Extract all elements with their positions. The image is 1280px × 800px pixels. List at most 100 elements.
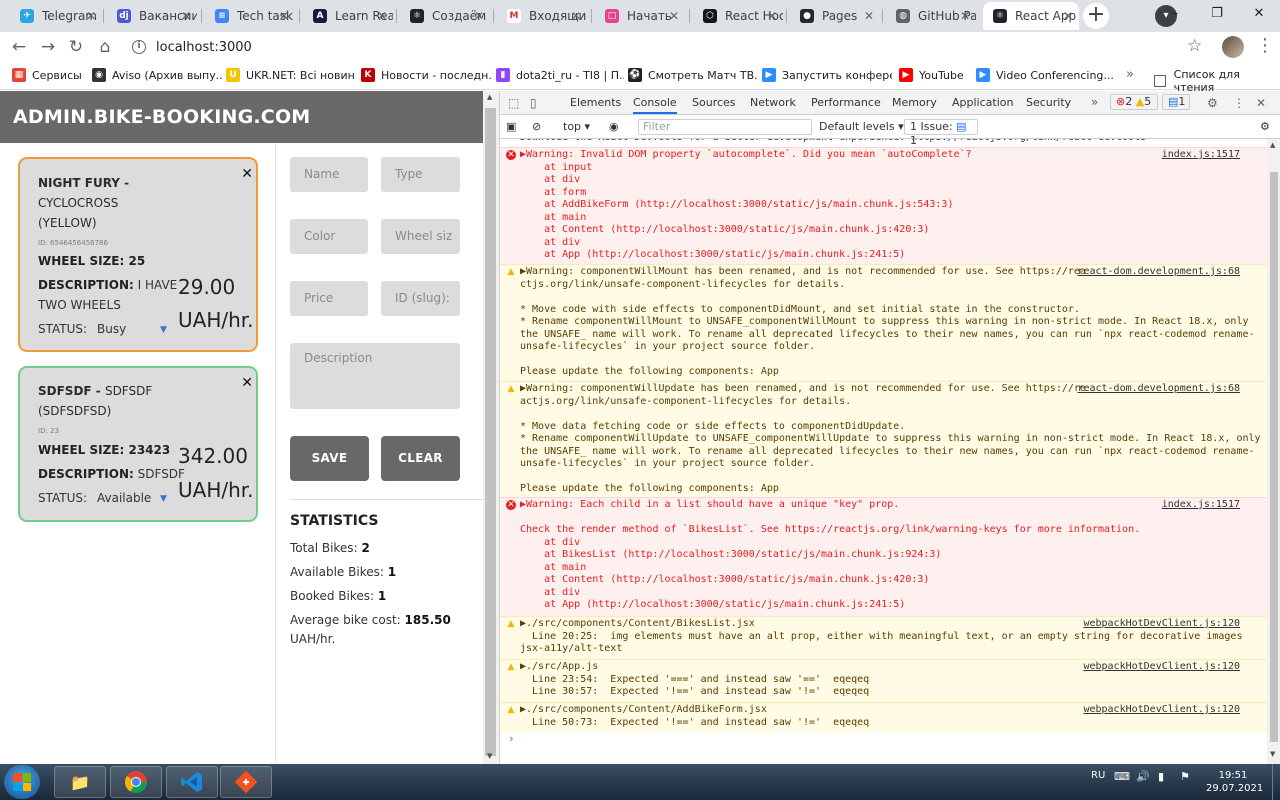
language-indicator[interactable]: RU: [1091, 770, 1105, 781]
devtools-tab-application[interactable]: Application: [952, 96, 1013, 109]
bookmark-star-icon[interactable]: ☆: [1187, 36, 1202, 56]
vscode-icon[interactable]: [166, 766, 218, 798]
flag-icon[interactable]: ⚑: [1180, 770, 1190, 783]
browser-tab[interactable]: MВходящие✕: [497, 2, 587, 30]
bookmark-item[interactable]: ▶ YouTube: [899, 68, 969, 82]
close-tab-icon[interactable]: ✕: [86, 9, 96, 23]
color-input[interactable]: Color: [290, 219, 368, 254]
sidebar-toggle-icon[interactable]: ▣: [506, 120, 516, 133]
info-counter[interactable]: ▤1: [1162, 94, 1190, 110]
devtools-tab-memory[interactable]: Memory: [892, 96, 937, 109]
id-slug-input[interactable]: ID (slug):: [381, 281, 460, 316]
console-message[interactable]: ▲ ▶./src/components/Content/AddBikeForm.j…: [500, 702, 1267, 732]
console-source-link[interactable]: webpackHotDevClient.js:120: [1083, 704, 1240, 717]
devtools-tab-elements[interactable]: Elements: [570, 96, 621, 109]
system-clock[interactable]: 19:51 29.07.2021: [1206, 769, 1263, 795]
close-tab-icon[interactable]: ✕: [1063, 9, 1073, 23]
close-tab-icon[interactable]: ✕: [669, 9, 679, 23]
devtools-tab-console[interactable]: Console: [633, 96, 677, 114]
browser-tab[interactable]: ⚛ React App ✕: [983, 2, 1079, 30]
delete-bike-icon[interactable]: ✕: [241, 166, 253, 182]
minimize-button[interactable]: –: [1154, 0, 1196, 30]
console-scrollbar[interactable]: ▲ ▼: [1267, 139, 1280, 764]
page-scrollbar[interactable]: ▲ ▼: [483, 91, 499, 764]
bookmark-item[interactable]: ⚽ Смотреть Матч ТВ...: [628, 68, 758, 82]
console-source-link[interactable]: webpackHotDevClient.js:120: [1083, 618, 1240, 631]
scrollbar-thumb[interactable]: [485, 108, 496, 756]
browser-tab[interactable]: ALearn React✕: [303, 2, 393, 30]
console-message[interactable]: ✕ ▶Warning: Each child in a list should h…: [500, 497, 1267, 616]
bookmark-item[interactable]: ▦ Сервисы: [12, 68, 90, 82]
bookmark-item[interactable]: ▶ Запустить конфере...: [762, 68, 892, 82]
bookmark-item[interactable]: ◉ Aviso (Архив выпу...: [92, 68, 222, 82]
scroll-up-icon[interactable]: ▲: [487, 93, 492, 101]
price-input[interactable]: Price: [290, 281, 368, 316]
devtools-menu-icon[interactable]: ⋮: [1233, 96, 1245, 110]
keyboard-icon[interactable]: ⌨: [1114, 770, 1130, 783]
file-explorer-icon[interactable]: 📁: [54, 766, 106, 798]
description-textarea[interactable]: Description: [290, 343, 460, 409]
close-tab-icon[interactable]: ✕: [181, 9, 191, 23]
console-prompt[interactable]: ›: [508, 732, 515, 746]
close-tab-icon[interactable]: ✕: [474, 9, 484, 23]
browser-tab[interactable]: ✈ Telegram ✕: [10, 2, 102, 30]
bookmark-item[interactable]: ▮ dota2ti_ru - TI8 | П...: [496, 68, 624, 82]
devtools-tab-network[interactable]: Network: [750, 96, 796, 109]
bike-status-select[interactable]: Available: [97, 491, 151, 505]
console-message[interactable]: ✕ ▶Warning: Invalid DOM property `autocom…: [500, 147, 1267, 264]
devtools-tab-sources[interactable]: Sources: [692, 96, 736, 109]
chevron-down-icon[interactable]: ▼: [160, 325, 167, 335]
browser-tab[interactable]: ≡ Tech task ✕: [205, 2, 295, 30]
close-tab-icon[interactable]: ✕: [377, 9, 387, 23]
console-source-link[interactable]: react-dom.development.js:68: [1077, 383, 1240, 396]
chrome-icon[interactable]: [110, 766, 162, 798]
bookmarks-overflow-button[interactable]: »: [1126, 67, 1134, 82]
close-window-button[interactable]: ✕: [1238, 0, 1280, 30]
browser-menu-icon[interactable]: ⋮: [1256, 35, 1274, 57]
home-icon[interactable]: ⌂: [94, 36, 116, 58]
clear-console-icon[interactable]: ⊘: [532, 120, 541, 133]
browser-tab[interactable]: ● Pages ✕: [790, 2, 880, 30]
address-bar[interactable]: i localhost:3000: [126, 35, 1214, 59]
volume-icon[interactable]: 🔊: [1136, 770, 1150, 783]
network-icon[interactable]: ▮: [1158, 770, 1164, 783]
new-tab-button[interactable]: +: [1083, 3, 1109, 29]
console-message[interactable]: ▲ ▶Warning: componentWillMount has been r…: [500, 264, 1267, 381]
browser-tab[interactable]: □ Начать ✕: [595, 2, 685, 30]
devtools-tab-performance[interactable]: Performance: [811, 96, 881, 109]
close-tab-icon[interactable]: ✕: [571, 9, 581, 23]
wheel-size-input[interactable]: Wheel siz: [381, 219, 460, 254]
scroll-down-icon[interactable]: ▼: [487, 752, 492, 760]
devtools-tab-security[interactable]: Security: [1026, 96, 1071, 109]
console-source-link[interactable]: react-dom.development.js:68: [1077, 266, 1240, 279]
maximize-button[interactable]: ❐: [1196, 0, 1238, 30]
console-message[interactable]: Download the React DevTools for a better…: [500, 139, 1267, 144]
device-toolbar-icon[interactable]: ▯: [530, 96, 537, 110]
console-source-link[interactable]: index.js:1517: [1162, 149, 1240, 162]
scrollbar-thumb[interactable]: [1270, 172, 1278, 742]
more-tabs-icon[interactable]: »: [1091, 95, 1098, 109]
git-kraken-icon[interactable]: [220, 766, 272, 798]
delete-bike-icon[interactable]: ✕: [241, 375, 253, 391]
live-expression-eye-icon[interactable]: ◉: [609, 120, 619, 133]
bookmark-item[interactable]: U UKR.NET: Всі новин...: [226, 68, 356, 82]
close-tab-icon[interactable]: ✕: [864, 9, 874, 23]
console-source-link[interactable]: webpackHotDevClient.js:120: [1083, 661, 1240, 674]
site-info-icon[interactable]: i: [132, 40, 146, 54]
chevron-down-icon[interactable]: ▼: [160, 494, 167, 504]
close-devtools-icon[interactable]: ✕: [1256, 96, 1266, 110]
console-source-link[interactable]: index.js:1517: [1162, 499, 1240, 512]
bookmark-item[interactable]: K Новости - последн...: [361, 68, 491, 82]
start-button[interactable]: [4, 765, 40, 799]
console-settings-gear-icon[interactable]: ⚙: [1260, 120, 1270, 133]
close-tab-icon[interactable]: ✕: [960, 9, 970, 23]
back-icon[interactable]: ←: [8, 36, 30, 58]
issues-button[interactable]: 1 Issue: ▤ 1: [904, 119, 978, 147]
console-filter-input[interactable]: Filter: [638, 119, 812, 135]
bike-status-select[interactable]: Busy: [97, 322, 126, 336]
error-warning-counter[interactable]: ⊗2 ▲5: [1110, 94, 1158, 110]
context-select[interactable]: top ▾: [563, 120, 590, 133]
browser-tab[interactable]: ◍GitHub Pages✕: [886, 2, 976, 30]
console-message[interactable]: ▲ ▶./src/components/Content/BikesList.jsx…: [500, 616, 1267, 659]
name-input[interactable]: Name: [290, 157, 368, 192]
